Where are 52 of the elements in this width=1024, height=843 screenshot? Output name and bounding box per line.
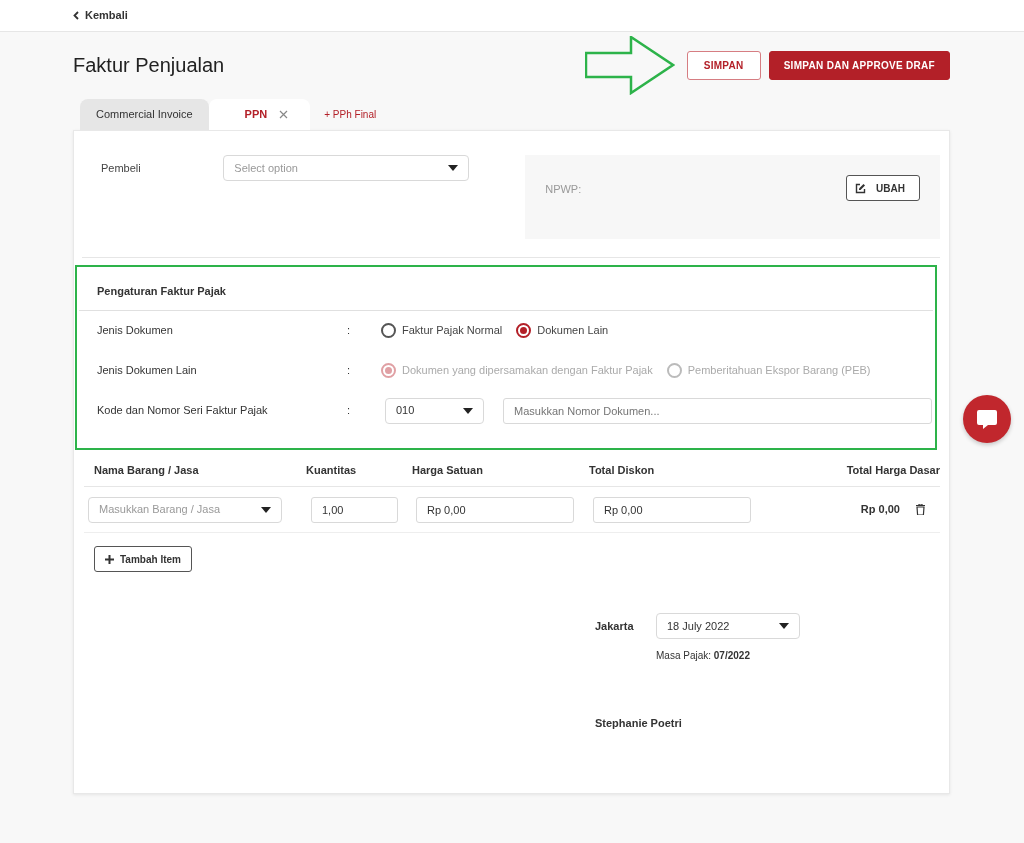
approve-button[interactable]: SIMPAN DAN APPROVE DRAF <box>768 50 950 80</box>
tab[interactable]: Commercial Invoice <box>80 99 209 130</box>
section-title: Pengaturan Faktur Pajak <box>79 267 933 311</box>
colon-text: : <box>347 323 352 339</box>
buyer-label: Pembeli <box>101 161 142 176</box>
column-header: Harga Satuan <box>412 463 484 479</box>
chat-icon <box>975 407 999 431</box>
colon-text: : <box>347 363 352 379</box>
document-number-field[interactable]: Masukkan Nomor Dokumen... <box>503 397 932 424</box>
field-label: Jenis Dokumen <box>97 323 174 339</box>
column-header: Total Harga Dasar <box>845 463 940 479</box>
discount-field[interactable]: Rp 0,00 <box>593 496 751 523</box>
radio-button[interactable] <box>381 323 396 338</box>
save-button[interactable]: SIMPAN <box>686 50 761 80</box>
chat-button[interactable] <box>963 395 1011 443</box>
caret-icon <box>779 623 789 629</box>
page-title: Faktur Penjualan <box>73 53 225 77</box>
back-icon <box>73 11 79 20</box>
add-tab-link[interactable]: + PPh Final <box>310 99 391 130</box>
tax-period-text: Masa Pajak: 07/2022 <box>656 649 751 663</box>
edit-button[interactable]: UBAH <box>846 175 920 201</box>
code-select[interactable]: 010 <box>385 397 484 424</box>
plus-icon <box>105 554 114 564</box>
edit-icon <box>855 182 867 194</box>
field-label: Kode dan Nomor Seri Faktur Pajak <box>97 403 269 419</box>
caret-icon <box>463 407 473 414</box>
quantity-field[interactable]: 1,00 <box>311 496 398 523</box>
column-header: Total Diskon <box>589 463 656 479</box>
column-header: Nama Barang / Jasa <box>94 463 200 479</box>
radio-option[interactable]: Dokumen Lain <box>516 322 609 339</box>
add-item-button[interactable]: Tambah Item <box>94 546 192 572</box>
radio-option: Dokumen yang dipersamakan dengan Faktur Pajak <box>381 362 653 379</box>
radio-option[interactable]: Faktur Pajak Normal <box>381 322 503 339</box>
npwp-label: NPWP: <box>545 182 582 197</box>
close-icon[interactable] <box>279 110 289 119</box>
trash-icon[interactable] <box>916 504 925 515</box>
price-field[interactable]: Rp 0,00 <box>416 496 574 523</box>
date-select[interactable]: 18 July 2022 <box>656 613 800 639</box>
tab[interactable]: PPN <box>208 99 311 130</box>
radio-button[interactable] <box>516 323 532 338</box>
select-placeholder: Select option <box>234 160 298 176</box>
total-text: Rp 0,00 <box>860 502 900 518</box>
radio-option: Pemberitahuan Ekspor Barang (PEB) <box>666 362 871 379</box>
date-value: 18 July 2022 <box>667 618 730 634</box>
colon-text: : <box>347 403 352 419</box>
city-label: Jakarta <box>595 618 635 634</box>
column-header: Kuantitas <box>306 463 358 479</box>
field-label: Jenis Dokumen Lain <box>97 363 198 379</box>
caret-icon <box>448 165 459 171</box>
caret-icon <box>261 506 271 513</box>
back-link[interactable]: Kembali <box>73 7 128 24</box>
signer-name: Stephanie Poetri <box>595 716 683 731</box>
